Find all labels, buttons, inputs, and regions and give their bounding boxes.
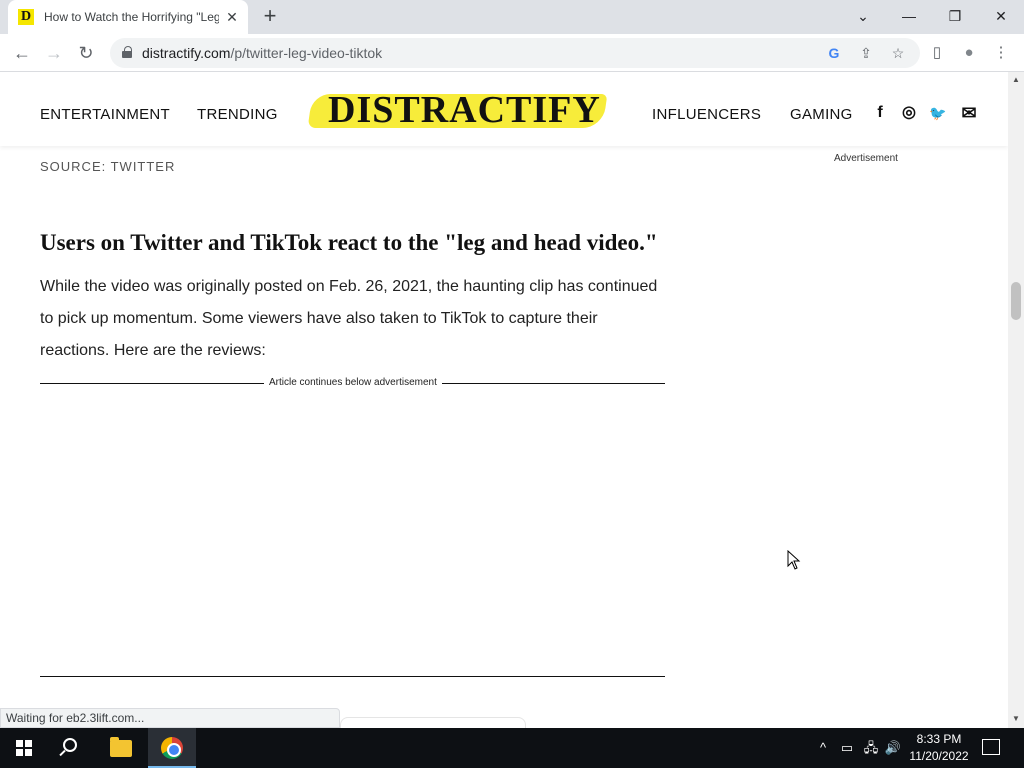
nav-trending[interactable]: TRENDING xyxy=(197,106,278,123)
new-tab-button[interactable]: + xyxy=(258,5,282,28)
nav-influencers[interactable]: INFLUENCERS xyxy=(652,106,761,123)
search-icon xyxy=(63,738,77,752)
scroll-up-arrow-icon[interactable]: ▲ xyxy=(1011,75,1021,85)
image-source-caption: SOURCE: TWITTER xyxy=(40,159,176,174)
forward-button[interactable]: → xyxy=(40,39,68,67)
nav-entertainment[interactable]: ENTERTAINMENT xyxy=(40,106,170,123)
notification-center-icon[interactable] xyxy=(982,739,1000,755)
bookmark-star-icon[interactable]: ☆ xyxy=(888,43,908,63)
volume-icon[interactable]: 🔊 xyxy=(884,738,902,758)
nav-gaming[interactable]: GAMING xyxy=(790,106,853,123)
reload-button[interactable]: ↻ xyxy=(72,39,100,67)
taskbar-search-button[interactable] xyxy=(48,728,96,768)
restore-button[interactable]: ❐ xyxy=(932,0,978,34)
windows-taskbar: ^ ▭ 🖧 🔊 8:33 PM 11/20/2022 xyxy=(0,728,1024,768)
tab-close-icon[interactable]: ✕ xyxy=(224,9,240,25)
ad-bottom-line xyxy=(40,676,665,677)
start-button[interactable] xyxy=(0,728,48,768)
sidebar-advertisement-label: Advertisement xyxy=(834,153,898,164)
distractify-favicon-icon: D xyxy=(18,9,34,25)
scroll-down-arrow-icon[interactable]: ▼ xyxy=(1011,714,1021,724)
facebook-icon[interactable]: f xyxy=(869,102,891,124)
page-viewport: ENTERTAINMENT TRENDING DISTRACTIFY INFLU… xyxy=(0,72,1008,728)
loading-status-bubble: Waiting for eb2.3lift.com... xyxy=(0,708,340,728)
tab-search-button[interactable]: ⌄ xyxy=(840,0,886,34)
instagram-icon[interactable]: ◎ xyxy=(898,102,920,124)
clock-time: 8:33 PM xyxy=(916,732,962,746)
chrome-icon xyxy=(161,737,183,759)
scroll-thumb[interactable] xyxy=(1011,282,1021,320)
article-subheading: Users on Twitter and TikTok react to the… xyxy=(40,230,658,255)
url-text[interactable]: distractify.com/p/twitter-leg-video-tikt… xyxy=(142,45,382,61)
page-scrollbar[interactable]: ▲ ▼ xyxy=(1008,72,1024,728)
article-paragraph: While the video was originally posted on… xyxy=(40,278,658,359)
close-window-button[interactable]: ✕ xyxy=(978,0,1024,34)
folder-icon xyxy=(110,737,132,757)
tab-title: How to Watch the Horrifying "Leg and Hea… xyxy=(44,10,219,24)
chrome-taskbar-button[interactable] xyxy=(148,728,196,768)
email-icon[interactable]: ✉ xyxy=(958,102,980,124)
ad-divider-label: Article continues below advertisement xyxy=(264,377,442,388)
url-domain: distractify.com xyxy=(142,45,231,61)
windows-logo-icon xyxy=(16,740,32,756)
lock-icon[interactable] xyxy=(122,46,132,58)
battery-icon[interactable]: ▭ xyxy=(838,738,856,758)
partial-embed-box xyxy=(340,717,526,728)
browser-tab[interactable]: D How to Watch the Horrifying "Leg and H… xyxy=(8,0,248,34)
browser-tab-strip: D How to Watch the Horrifying "Leg and H… xyxy=(0,0,1024,34)
tray-chevron-icon[interactable]: ^ xyxy=(814,738,832,758)
twitter-icon[interactable]: 🐦 xyxy=(927,102,949,124)
network-icon[interactable]: 🖧 xyxy=(862,738,880,758)
system-clock[interactable]: 8:33 PM 11/20/2022 xyxy=(904,731,974,765)
google-lens-icon[interactable]: G xyxy=(824,43,844,63)
clock-date: 11/20/2022 xyxy=(909,749,969,763)
profile-avatar-icon[interactable]: ● xyxy=(958,42,980,64)
browser-menu-icon[interactable]: ⋮ xyxy=(990,42,1012,64)
site-header: ENTERTAINMENT TRENDING DISTRACTIFY INFLU… xyxy=(0,72,1008,146)
mouse-cursor-icon xyxy=(787,550,801,570)
browser-toolbar: ← → ↻ distractify.com/p/twitter-leg-vide… xyxy=(0,34,1024,72)
logo-text: DISTRACTIFY xyxy=(328,89,601,131)
url-path: /p/twitter-leg-video-tiktok xyxy=(230,45,383,61)
minimize-button[interactable]: — xyxy=(886,0,932,34)
share-icon[interactable]: ⇪ xyxy=(856,43,876,63)
side-panel-icon[interactable]: ▯ xyxy=(926,42,948,64)
file-explorer-button[interactable] xyxy=(98,728,146,768)
address-bar[interactable]: distractify.com/p/twitter-leg-video-tikt… xyxy=(110,38,920,68)
back-button[interactable]: ← xyxy=(8,39,36,67)
site-logo[interactable]: DISTRACTIFY xyxy=(307,86,608,136)
